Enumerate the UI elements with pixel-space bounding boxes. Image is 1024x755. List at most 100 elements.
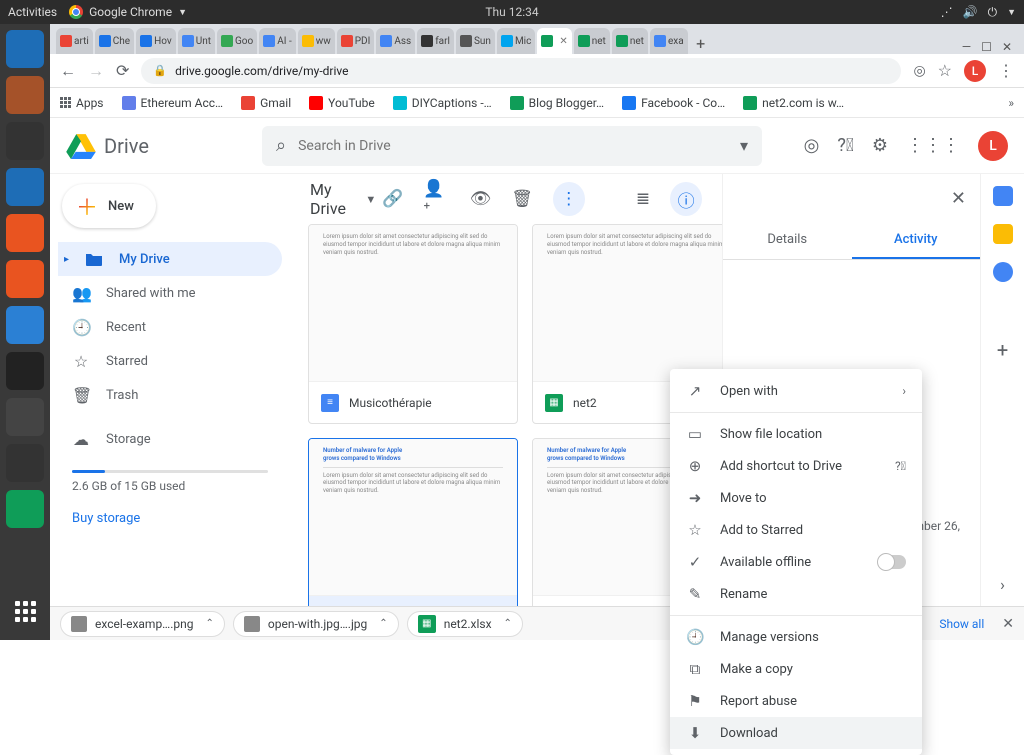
browser-tab[interactable]: net bbox=[574, 28, 610, 54]
reload-button[interactable]: ⟳ bbox=[116, 61, 129, 80]
more-actions-icon[interactable]: ⋮ bbox=[553, 182, 585, 216]
launcher-app-icon[interactable] bbox=[6, 122, 44, 160]
minimize-icon[interactable]: — bbox=[962, 40, 971, 54]
show-all-downloads[interactable]: Show all bbox=[939, 617, 984, 631]
launcher-app-icon[interactable] bbox=[6, 76, 44, 114]
menu-item[interactable]: ⚑Report abuse bbox=[670, 685, 922, 717]
bookmark-item[interactable]: net2.com is w… bbox=[743, 96, 844, 110]
help-icon[interactable]: ?⃝ bbox=[895, 459, 906, 473]
preview-eye-icon[interactable]: 👁 bbox=[470, 189, 492, 209]
close-details-icon[interactable]: ✕ bbox=[951, 188, 966, 209]
browser-tab[interactable]: Goo bbox=[217, 28, 257, 54]
browser-tab[interactable]: Sun bbox=[456, 28, 495, 54]
launcher-app-icon[interactable] bbox=[6, 444, 44, 482]
details-toggle-icon[interactable]: ⓘ bbox=[670, 182, 702, 216]
file-card[interactable]: Number of malware for Applegrows compare… bbox=[308, 438, 518, 606]
sidebar-item[interactable]: 🗑Trash bbox=[58, 378, 282, 412]
sidebar-item[interactable]: ▸My Drive bbox=[58, 242, 282, 276]
chevron-up-icon[interactable]: ⌃ bbox=[504, 618, 512, 629]
collapse-sidepanel-icon[interactable]: › bbox=[1000, 575, 1005, 594]
menu-item[interactable]: ⊕Add shortcut to Drive?⃝ bbox=[670, 450, 922, 482]
tab-details[interactable]: Details bbox=[723, 222, 852, 259]
star-icon[interactable]: ☆ bbox=[938, 61, 952, 80]
browser-tab[interactable]: ✕ bbox=[537, 28, 571, 54]
bookmark-apps[interactable]: Apps bbox=[60, 96, 104, 110]
sidebar-item[interactable]: 🕘Recent bbox=[58, 310, 282, 344]
omnibox[interactable]: 🔒 drive.google.com/drive/my-drive bbox=[141, 58, 901, 84]
new-tab-button[interactable]: + bbox=[690, 32, 712, 54]
browser-tab[interactable]: Che bbox=[95, 28, 134, 54]
list-view-icon[interactable]: ≣ bbox=[636, 189, 650, 209]
launcher-app-icon[interactable] bbox=[6, 398, 44, 436]
browser-tab[interactable]: PDI bbox=[337, 28, 375, 54]
bookmark-item[interactable]: DIYCaptions -… bbox=[393, 96, 492, 110]
sidebar-item[interactable]: 👥Shared with me bbox=[58, 276, 282, 310]
launcher-app-icon[interactable] bbox=[6, 260, 44, 298]
offline-toggle[interactable] bbox=[878, 555, 906, 569]
menu-item[interactable]: ⧉Make a copy bbox=[670, 653, 922, 685]
chrome-menu-icon[interactable]: ⋮ bbox=[998, 61, 1014, 80]
active-app[interactable]: Google Chrome ▼ bbox=[69, 5, 187, 19]
menu-item[interactable]: ✎Rename bbox=[670, 578, 922, 610]
browser-tab[interactable]: Unt bbox=[178, 28, 215, 54]
launcher-app-icon[interactable] bbox=[6, 30, 44, 68]
search-input[interactable] bbox=[298, 138, 728, 154]
apps-grid-icon[interactable]: ⋮⋮⋮ bbox=[906, 135, 960, 156]
buy-storage-link[interactable]: Buy storage bbox=[58, 499, 282, 538]
calendar-chip-icon[interactable] bbox=[993, 186, 1013, 206]
menu-item[interactable]: ↗Open with› bbox=[670, 375, 922, 407]
download-item[interactable]: open-with.jpg….jpg⌃ bbox=[233, 611, 399, 637]
launcher-app-icon[interactable] bbox=[6, 490, 44, 528]
launcher-app-icon[interactable] bbox=[6, 214, 44, 252]
browser-tab[interactable]: Ass bbox=[376, 28, 415, 54]
bookmark-item[interactable]: Gmail bbox=[241, 96, 291, 110]
download-item[interactable]: ▦net2.xlsx⌃ bbox=[407, 611, 523, 637]
back-button[interactable]: ← bbox=[60, 61, 76, 81]
bookmark-item[interactable]: Facebook - Co… bbox=[622, 96, 725, 110]
close-shelf-icon[interactable]: ✕ bbox=[1002, 616, 1014, 632]
settings-gear-icon[interactable]: ⚙ bbox=[872, 135, 888, 156]
get-link-icon[interactable]: 🔗 bbox=[382, 189, 403, 209]
forward-button[interactable]: → bbox=[88, 61, 104, 81]
browser-tab[interactable]: exa bbox=[650, 28, 688, 54]
browser-tab[interactable]: Mic bbox=[497, 28, 535, 54]
browser-tab[interactable]: AI - bbox=[259, 28, 296, 54]
bookmarks-overflow-icon[interactable]: » bbox=[1008, 96, 1014, 110]
menu-item[interactable]: 🕘Manage versions bbox=[670, 621, 922, 653]
bookmark-item[interactable]: Ethereum Acc… bbox=[122, 96, 224, 110]
download-item[interactable]: excel-examp….png⌃ bbox=[60, 611, 225, 637]
close-window-icon[interactable]: ✕ bbox=[1002, 40, 1012, 54]
breadcrumb[interactable]: My Drive▼ bbox=[310, 180, 376, 218]
browser-tab[interactable]: farl bbox=[417, 28, 454, 54]
addon-plus-icon[interactable]: + bbox=[997, 338, 1008, 362]
clock[interactable]: Thu 12:34 bbox=[485, 5, 538, 19]
browser-tab[interactable]: ww bbox=[298, 28, 335, 54]
account-avatar[interactable]: L bbox=[978, 131, 1008, 161]
new-button[interactable]: ＋ New bbox=[62, 184, 156, 228]
ready-offline-icon[interactable]: ◎ bbox=[804, 135, 820, 156]
maximize-icon[interactable]: ☐ bbox=[981, 40, 992, 54]
launcher-app-icon[interactable] bbox=[6, 352, 44, 390]
launcher-app-icon[interactable] bbox=[6, 168, 44, 206]
show-applications-icon[interactable] bbox=[6, 592, 44, 630]
chevron-up-icon[interactable]: ⌃ bbox=[379, 618, 387, 629]
browser-tab[interactable]: net bbox=[612, 28, 648, 54]
file-card[interactable]: Lorem ipsum dolor sit amet consectetur a… bbox=[308, 224, 518, 424]
search-options-caret-icon[interactable]: ▾ bbox=[740, 136, 748, 155]
menu-item[interactable]: ☆Add to Starred bbox=[670, 514, 922, 546]
activities-button[interactable]: Activities bbox=[8, 5, 57, 19]
menu-item[interactable]: ⬇Download bbox=[670, 717, 922, 749]
keep-chip-icon[interactable] bbox=[993, 224, 1013, 244]
sidebar-item[interactable]: ☆Starred bbox=[58, 344, 282, 378]
tasks-chip-icon[interactable] bbox=[993, 262, 1013, 282]
launcher-app-icon[interactable] bbox=[6, 306, 44, 344]
menu-item[interactable]: ➜Move to bbox=[670, 482, 922, 514]
bookmark-item[interactable]: Blog Blogger… bbox=[510, 96, 604, 110]
browser-tab[interactable]: Hov bbox=[136, 28, 176, 54]
browser-tab[interactable]: arti bbox=[56, 28, 93, 54]
share-icon[interactable]: ◎ bbox=[913, 63, 925, 79]
trash-icon[interactable]: 🗑 bbox=[511, 189, 533, 209]
share-person-icon[interactable]: 👤⁺ bbox=[423, 179, 449, 219]
chevron-up-icon[interactable]: ⌃ bbox=[205, 618, 213, 629]
tab-activity[interactable]: Activity bbox=[852, 222, 981, 259]
